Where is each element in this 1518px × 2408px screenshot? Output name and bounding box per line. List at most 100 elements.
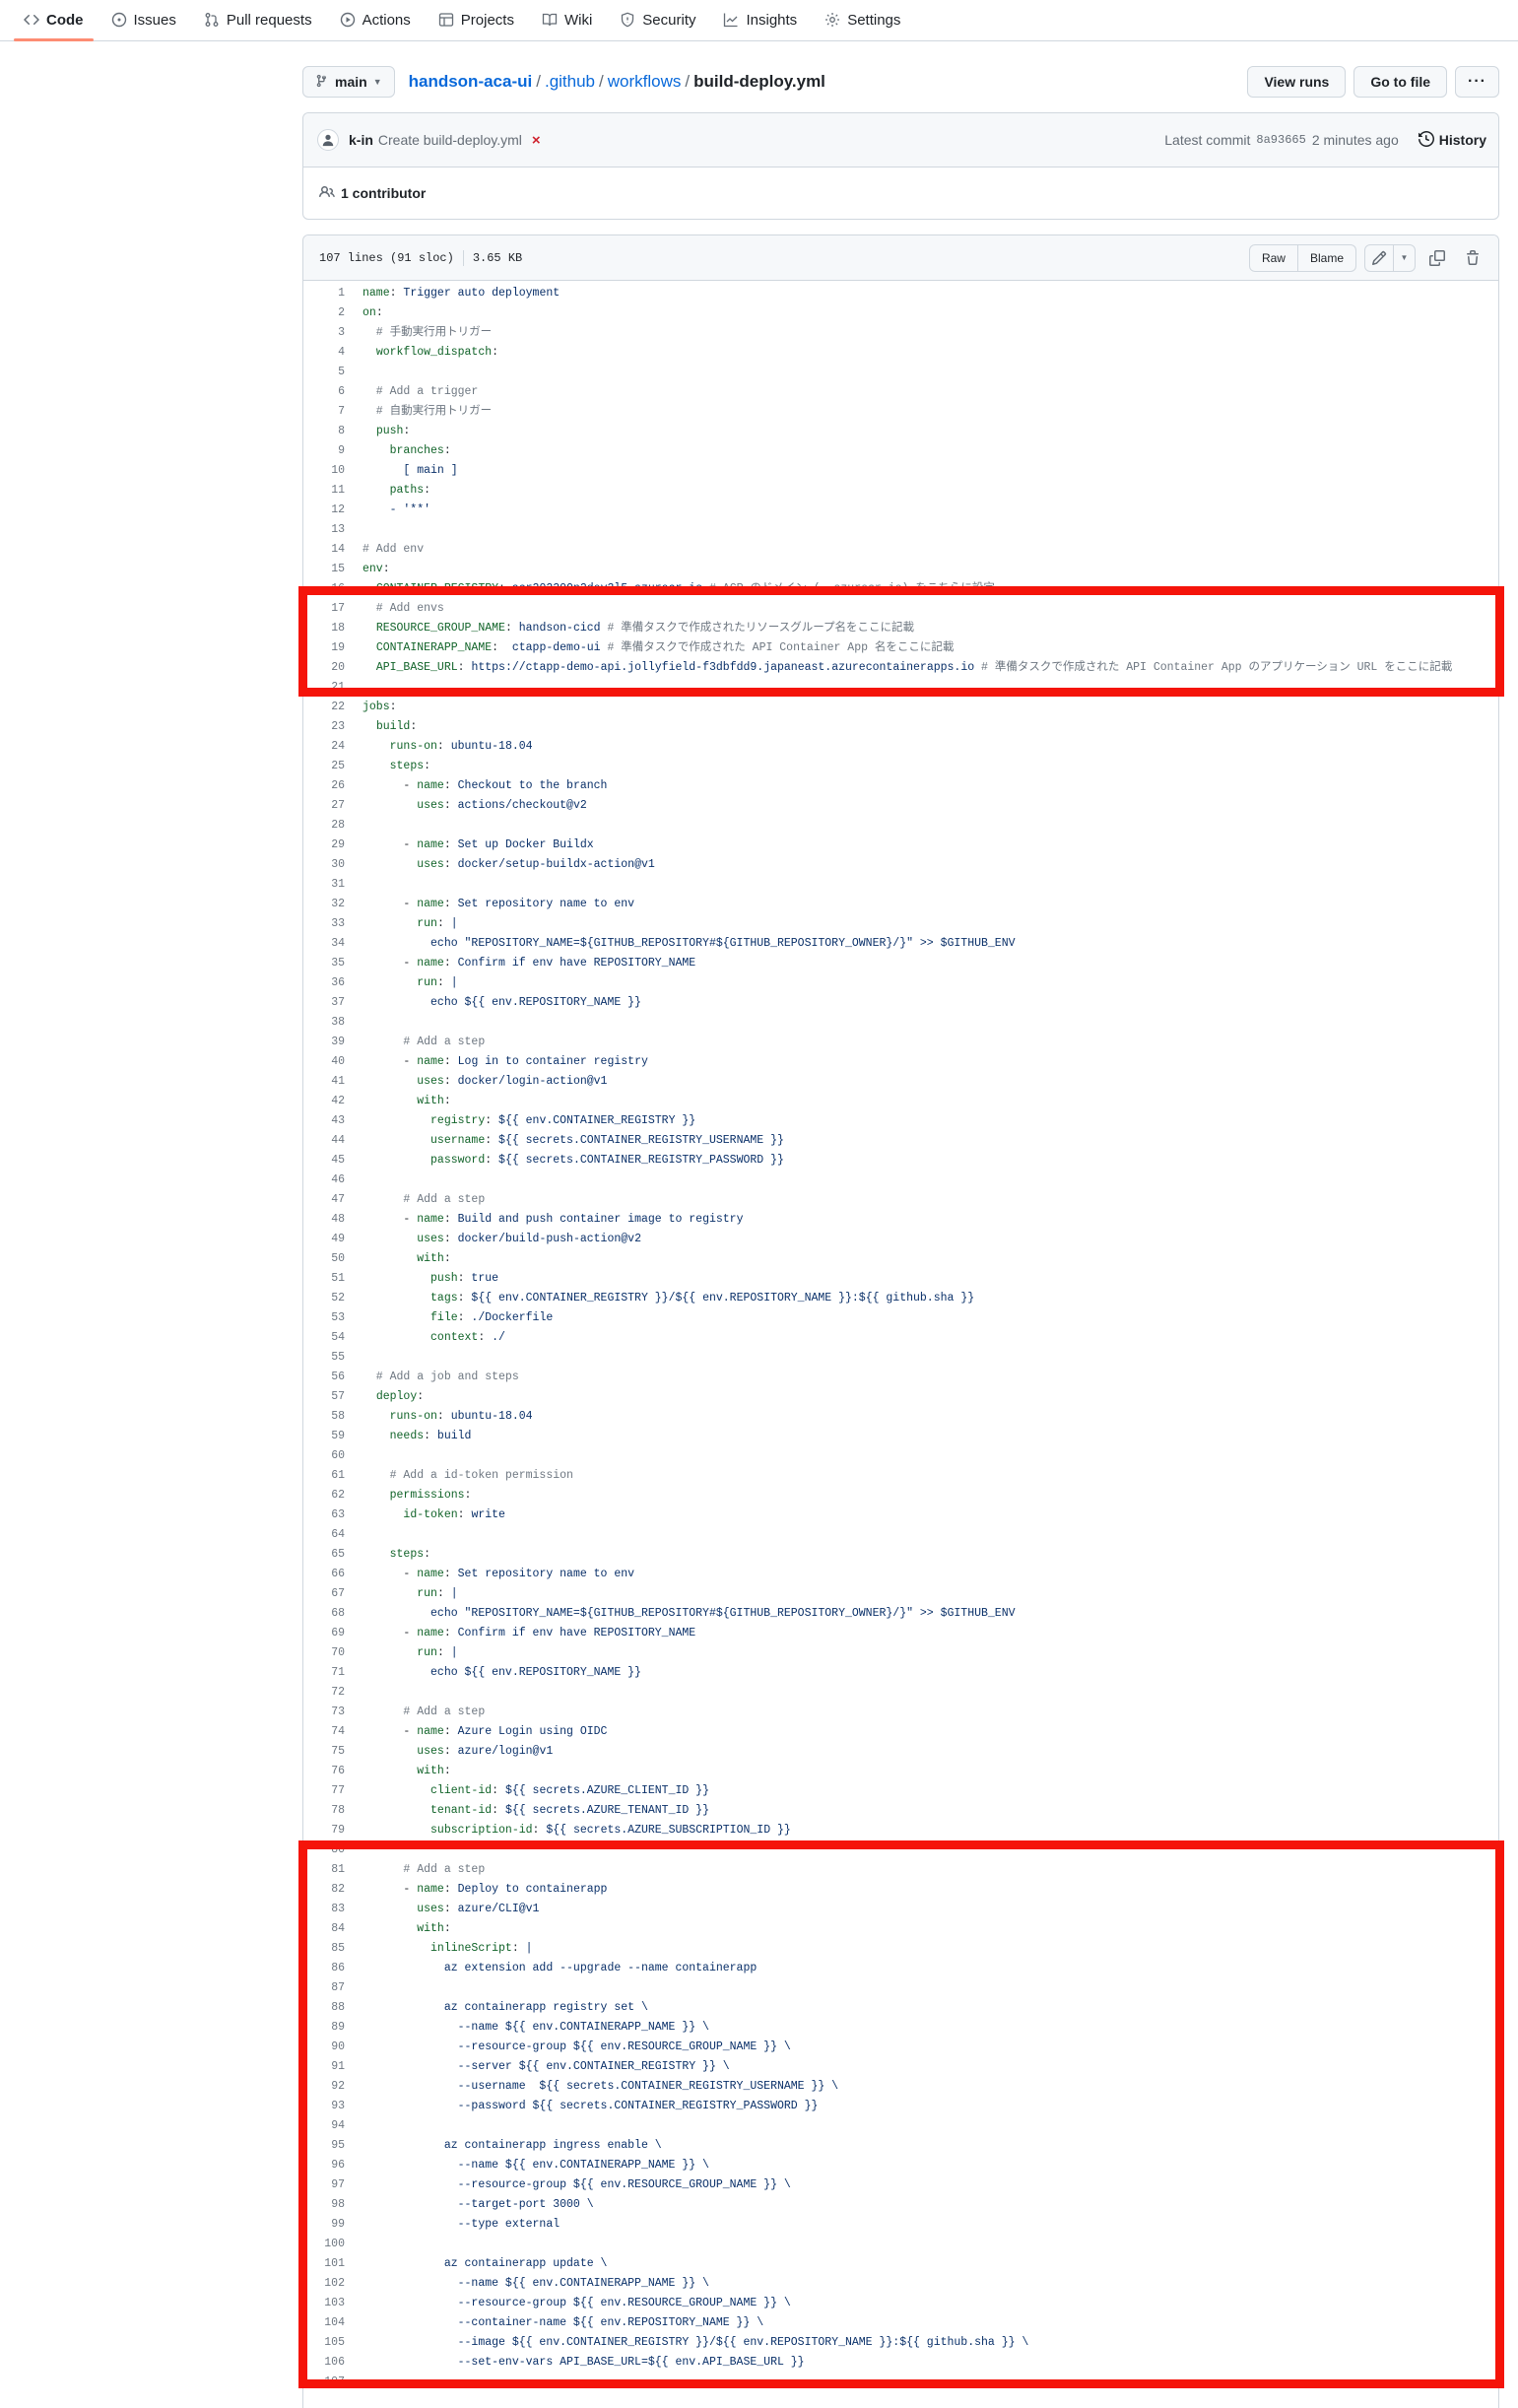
line-number[interactable]: 66 <box>303 1565 345 1584</box>
line-number[interactable]: 91 <box>303 2057 345 2077</box>
line-number[interactable]: 82 <box>303 1880 345 1900</box>
line-number[interactable]: 70 <box>303 1643 345 1663</box>
line-number[interactable]: 38 <box>303 1013 345 1033</box>
commit-sha-link[interactable]: 8a93665 <box>1256 133 1305 147</box>
line-number[interactable]: 75 <box>303 1742 345 1762</box>
breadcrumb-workflows-link[interactable]: workflows <box>608 72 682 92</box>
line-number[interactable]: 88 <box>303 1998 345 2018</box>
line-number[interactable]: 45 <box>303 1151 345 1171</box>
line-number[interactable]: 90 <box>303 2038 345 2057</box>
copy-icon[interactable] <box>1423 244 1451 272</box>
line-number[interactable]: 98 <box>303 2195 345 2215</box>
line-number[interactable]: 10 <box>303 461 345 481</box>
contributors-row[interactable]: 1 contributor <box>303 167 1498 219</box>
line-number[interactable]: 16 <box>303 579 345 599</box>
line-number[interactable]: 95 <box>303 2136 345 2156</box>
breadcrumb-github-link[interactable]: .github <box>545 72 595 92</box>
tab-issues[interactable]: Issues <box>98 0 190 40</box>
line-number[interactable]: 105 <box>303 2333 345 2353</box>
line-number[interactable]: 74 <box>303 1722 345 1742</box>
line-number[interactable]: 39 <box>303 1033 345 1052</box>
line-number[interactable]: 8 <box>303 422 345 441</box>
avatar[interactable] <box>317 129 339 151</box>
line-number[interactable]: 84 <box>303 1919 345 1939</box>
line-number[interactable]: 73 <box>303 1703 345 1722</box>
breadcrumb-repo-link[interactable]: handson-aca-ui <box>409 72 533 92</box>
line-number[interactable]: 20 <box>303 658 345 678</box>
line-number[interactable]: 99 <box>303 2215 345 2235</box>
line-number[interactable]: 103 <box>303 2294 345 2313</box>
line-number[interactable]: 22 <box>303 698 345 717</box>
line-number[interactable]: 11 <box>303 481 345 501</box>
line-number[interactable]: 14 <box>303 540 345 560</box>
line-number[interactable]: 24 <box>303 737 345 757</box>
line-number[interactable]: 56 <box>303 1368 345 1387</box>
code-view[interactable]: 1 name: Trigger auto deployment 2 on: 3 # 手動… <box>303 281 1498 2388</box>
line-number[interactable]: 3 <box>303 323 345 343</box>
line-number[interactable]: 57 <box>303 1387 345 1407</box>
triangle-down-icon[interactable]: ▼ <box>1393 244 1415 271</box>
line-number[interactable]: 52 <box>303 1289 345 1308</box>
line-number[interactable]: 107 <box>303 2373 345 2392</box>
branch-select-button[interactable]: main ▼ <box>302 66 395 98</box>
line-number[interactable]: 87 <box>303 1978 345 1998</box>
line-number[interactable]: 5 <box>303 363 345 382</box>
tab-wiki[interactable]: Wiki <box>528 0 606 40</box>
line-number[interactable]: 106 <box>303 2353 345 2373</box>
raw-button[interactable]: Raw <box>1248 243 1298 272</box>
tab-security[interactable]: Security <box>606 0 709 40</box>
blame-button[interactable]: Blame <box>1297 243 1356 272</box>
line-number[interactable]: 51 <box>303 1269 345 1289</box>
go-to-file-button[interactable]: Go to file <box>1353 66 1448 98</box>
line-number[interactable]: 55 <box>303 1348 345 1368</box>
line-number[interactable]: 31 <box>303 875 345 895</box>
line-number[interactable]: 61 <box>303 1466 345 1486</box>
line-number[interactable]: 46 <box>303 1171 345 1190</box>
line-number[interactable]: 94 <box>303 2116 345 2136</box>
line-number[interactable]: 54 <box>303 1328 345 1348</box>
line-number[interactable]: 86 <box>303 1959 345 1978</box>
line-number[interactable]: 12 <box>303 501 345 520</box>
commit-author[interactable]: k-in <box>349 132 373 148</box>
pencil-icon[interactable] <box>1365 245 1393 271</box>
line-number[interactable]: 80 <box>303 1840 345 1860</box>
line-number[interactable]: 41 <box>303 1072 345 1092</box>
line-number[interactable]: 67 <box>303 1584 345 1604</box>
line-number[interactable]: 76 <box>303 1762 345 1781</box>
line-number[interactable]: 7 <box>303 402 345 422</box>
line-number[interactable]: 37 <box>303 993 345 1013</box>
line-number[interactable]: 43 <box>303 1111 345 1131</box>
line-number[interactable]: 47 <box>303 1190 345 1210</box>
line-number[interactable]: 27 <box>303 796 345 816</box>
tab-projects[interactable]: Projects <box>425 0 528 40</box>
line-number[interactable]: 62 <box>303 1486 345 1505</box>
line-number[interactable]: 64 <box>303 1525 345 1545</box>
trash-icon[interactable] <box>1459 244 1486 272</box>
line-number[interactable]: 49 <box>303 1230 345 1249</box>
line-number[interactable]: 9 <box>303 441 345 461</box>
line-number[interactable]: 78 <box>303 1801 345 1821</box>
line-number[interactable]: 35 <box>303 954 345 973</box>
line-number[interactable]: 85 <box>303 1939 345 1959</box>
line-number[interactable]: 69 <box>303 1624 345 1643</box>
line-number[interactable]: 93 <box>303 2097 345 2116</box>
line-number[interactable]: 40 <box>303 1052 345 1072</box>
line-number[interactable]: 101 <box>303 2254 345 2274</box>
line-number[interactable]: 1 <box>303 284 345 303</box>
commit-message[interactable]: Create build-deploy.yml <box>378 132 522 148</box>
line-number[interactable]: 6 <box>303 382 345 402</box>
line-number[interactable]: 18 <box>303 619 345 638</box>
tab-settings[interactable]: Settings <box>811 0 914 40</box>
ci-failed-icon[interactable]: × <box>532 132 541 149</box>
line-number[interactable]: 33 <box>303 914 345 934</box>
line-number[interactable]: 83 <box>303 1900 345 1919</box>
line-number[interactable]: 15 <box>303 560 345 579</box>
line-number[interactable]: 81 <box>303 1860 345 1880</box>
line-number[interactable]: 58 <box>303 1407 345 1427</box>
tab-insights[interactable]: Insights <box>709 0 811 40</box>
line-number[interactable]: 21 <box>303 678 345 698</box>
line-number[interactable]: 34 <box>303 934 345 954</box>
line-number[interactable]: 19 <box>303 638 345 658</box>
line-number[interactable]: 71 <box>303 1663 345 1683</box>
line-number[interactable]: 42 <box>303 1092 345 1111</box>
